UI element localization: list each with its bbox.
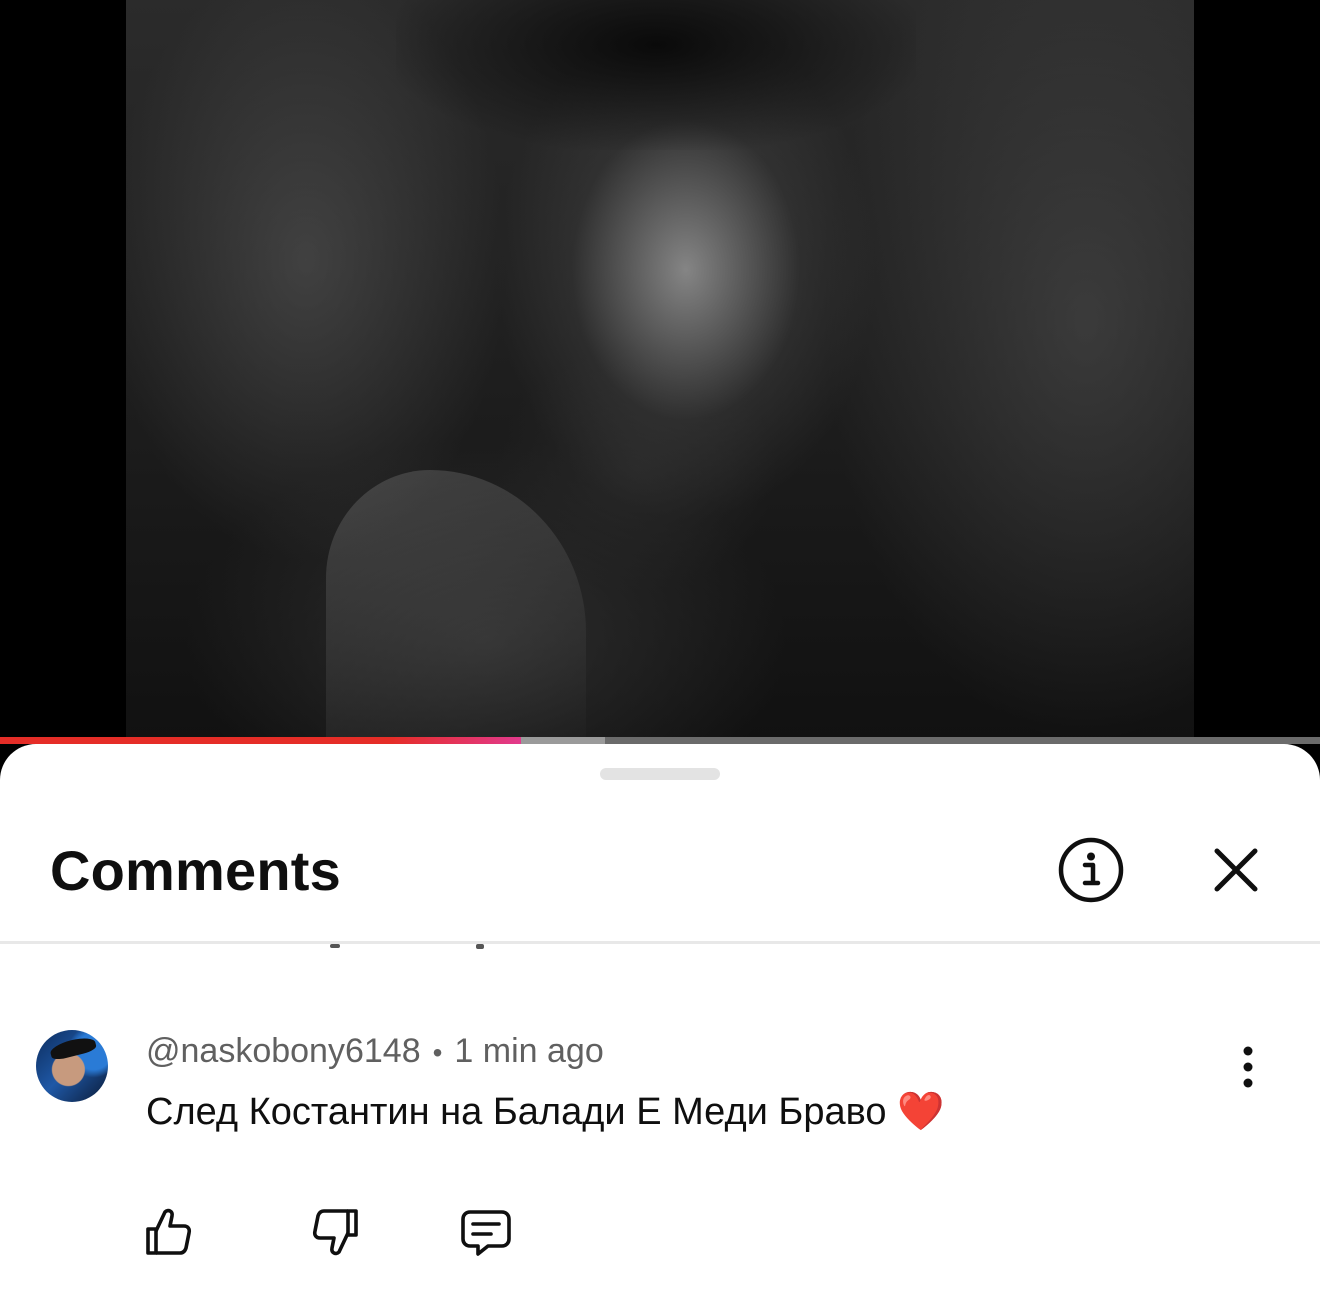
video-progress-bar[interactable] [0,737,1320,744]
panel-title: Comments [50,839,341,902]
header-divider [0,941,1320,944]
video-frame-detail [396,0,916,150]
meta-separator: • [432,1037,443,1068]
comment-meta: @naskobony6148 • 1 min ago [146,1032,604,1071]
comment-more-button[interactable] [1228,1042,1268,1092]
close-icon [1214,848,1258,892]
comments-header: Comments [0,804,1320,941]
comment-actions [0,1204,700,1274]
avatar[interactable] [36,1030,108,1102]
like-button[interactable] [140,1204,196,1260]
comments-panel: Comments @naskobony6148 • 1 min ago След К… [0,744,1320,1310]
comment-author[interactable]: @naskobony6148 [146,1032,421,1070]
reply-icon [461,1210,511,1256]
comment-time: 1 min ago [454,1032,604,1070]
comment-text: След Костантин на Балади Е Меди Браво ❤️ [146,1091,945,1133]
info-icon [1058,837,1124,903]
video-frame [126,0,1194,740]
video-frame-detail [326,470,586,740]
close-button[interactable] [1206,840,1266,900]
more-vertical-icon [1243,1046,1253,1088]
avatar-detail [48,1034,98,1062]
dislike-button[interactable] [308,1204,364,1260]
comment-item: @naskobony6148 • 1 min ago След Костантин … [0,1024,1320,1264]
reply-button[interactable] [458,1204,514,1260]
info-button[interactable] [1058,837,1124,903]
video-player[interactable] [0,0,1320,740]
thumbs-down-icon [312,1209,358,1256]
video-played-bar [0,737,522,744]
drag-handle[interactable] [600,768,720,780]
thumbs-up-icon [146,1208,192,1255]
scrolled-comment-fragment [300,944,500,950]
